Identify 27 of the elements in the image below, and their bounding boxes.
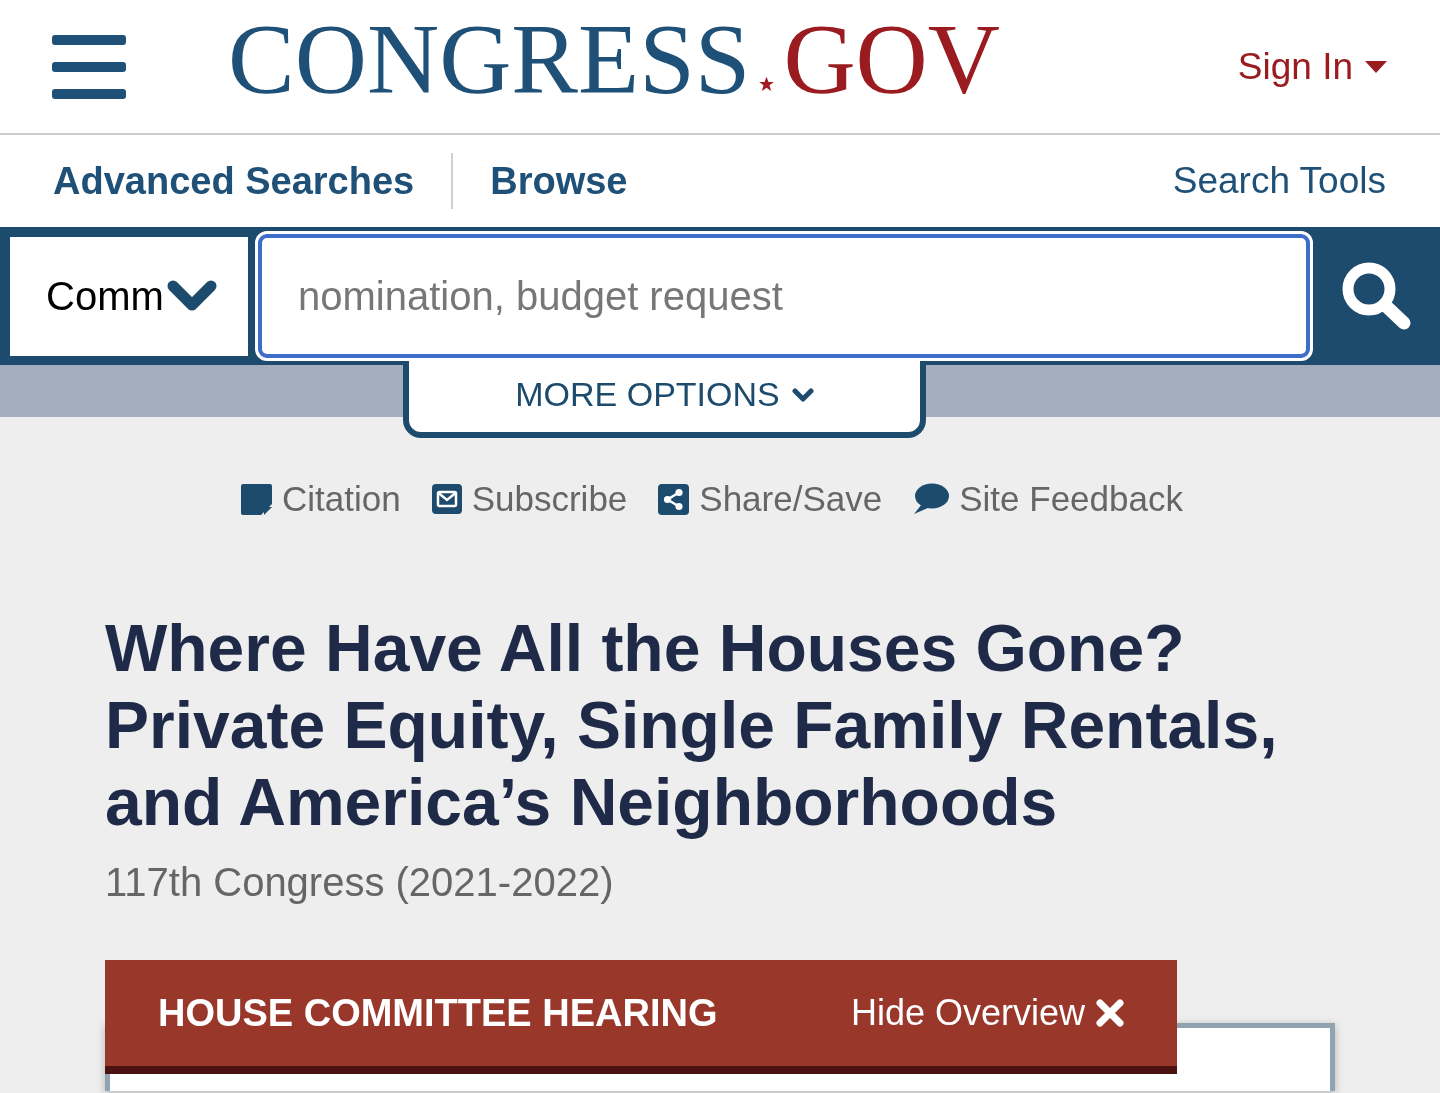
share-icon xyxy=(658,483,690,515)
caret-down-icon xyxy=(1365,60,1387,73)
citation-link[interactable]: Citation xyxy=(241,472,401,526)
hearing-type-label: HOUSE COMMITTEE HEARING xyxy=(158,990,718,1036)
star-icon xyxy=(758,76,776,92)
subscribe-link[interactable]: Subscribe xyxy=(431,472,628,526)
nav-link[interactable]: Advanced Searches xyxy=(53,152,415,210)
note-icon xyxy=(241,483,272,515)
speech-bubble-icon xyxy=(913,483,950,515)
envelope-icon xyxy=(431,484,462,514)
page-title: Where Have All the Houses Gone? Private Equity, Single Family Rentals, and America’s Neighborhoods xyxy=(105,610,1279,841)
menu-button[interactable] xyxy=(52,34,126,99)
chevron-down-icon xyxy=(791,387,814,402)
congress-session: 117th Congress (2021-2022) xyxy=(105,859,614,906)
hide-overview-button[interactable]: Hide Overview xyxy=(850,986,1125,1040)
site-logo[interactable]: CONGRESS GOV xyxy=(228,9,1001,109)
menu-icon xyxy=(52,34,126,99)
sign-in-menu[interactable]: Sign In xyxy=(1237,38,1387,95)
site-feedback-link[interactable]: Site Feedback xyxy=(913,472,1183,526)
scope-select[interactable]: Comm xyxy=(10,236,248,356)
close-icon xyxy=(1095,998,1125,1028)
nav-link[interactable]: Browse xyxy=(490,152,628,210)
share-save-link[interactable]: Share/Save xyxy=(658,472,883,526)
search-field[interactable]: nomination, budget request xyxy=(255,231,1313,361)
search-icon xyxy=(1340,261,1413,331)
search-tools-link[interactable]: Search Tools xyxy=(1172,153,1386,209)
more-options-button[interactable]: MORE OPTIONS xyxy=(403,361,926,438)
